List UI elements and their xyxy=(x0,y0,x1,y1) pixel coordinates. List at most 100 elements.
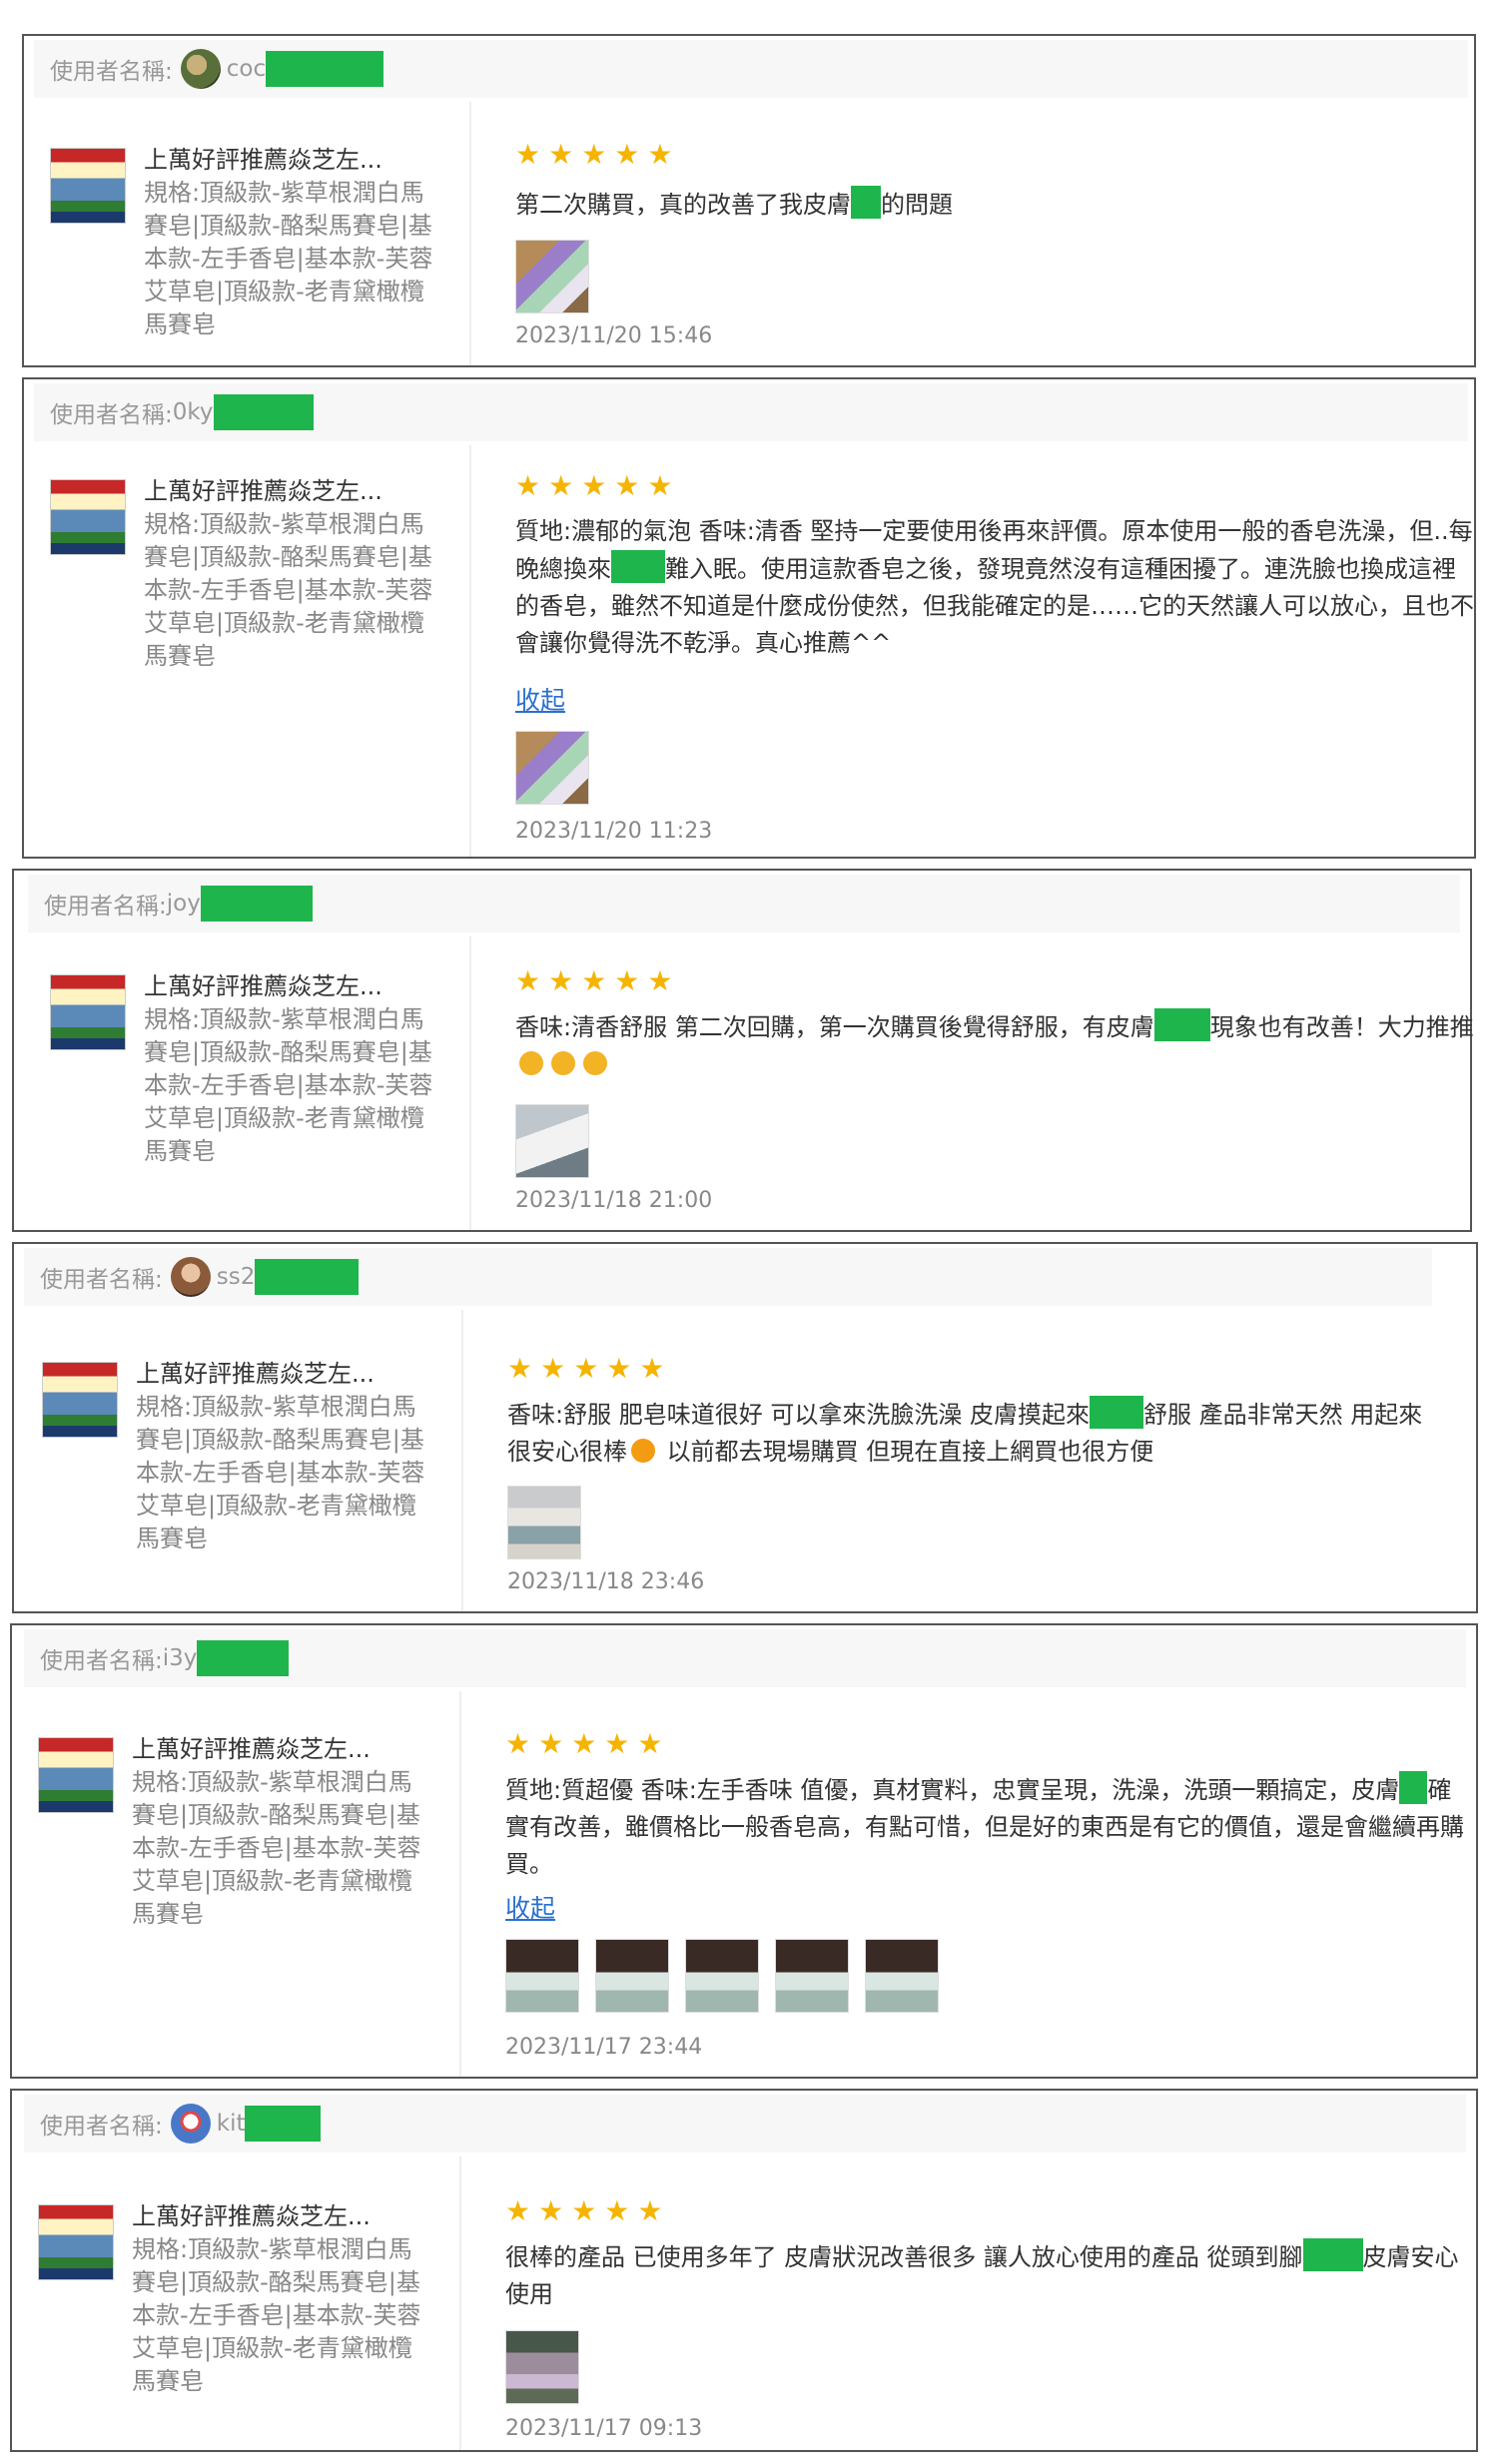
product-info[interactable]: 上萬好評推薦焱芝左... 規格:頂級款-紫草根潤白馬賽皂|頂級款-酪梨馬賽皂|基… xyxy=(132,2200,421,2398)
product-spec: 規格:頂級款-紫草根潤白馬賽皂|頂級款-酪梨馬賽皂|基本款-左手香皂|基本款-芙… xyxy=(132,2235,421,2395)
review-header: 使用者名稱: joy xyxy=(28,875,1460,932)
review-date: 2023/11/18 23:46 xyxy=(507,1569,705,1594)
review-text: 第二次購買，真的改善了我皮膚 的問題 xyxy=(515,186,1474,224)
product-title[interactable]: 上萬好評推薦焱芝左... xyxy=(132,1733,421,1766)
redacted-block xyxy=(266,51,384,87)
product-info[interactable]: 上萬好評推薦焱芝左... 規格:頂級款-紫草根潤白馬賽皂|頂級款-酪梨馬賽皂|基… xyxy=(144,144,433,341)
username-label: 使用者名稱: xyxy=(44,894,167,920)
redacted-block xyxy=(1089,1396,1143,1429)
review-photo[interactable] xyxy=(865,1939,939,2013)
product-info[interactable]: 上萬好評推薦焱芝左... 規格:頂級款-紫草根潤白馬賽皂|頂級款-酪梨馬賽皂|基… xyxy=(136,1358,425,1555)
review-header: 使用者名稱: coc xyxy=(34,40,1468,98)
product-title[interactable]: 上萬好評推薦焱芝左... xyxy=(136,1358,425,1391)
product-thumbnail[interactable] xyxy=(50,148,126,224)
product-spec: 規格:頂級款-紫草根潤白馬賽皂|頂級款-酪梨馬賽皂|基本款-左手香皂|基本款-芙… xyxy=(144,1005,433,1165)
column-divider xyxy=(469,936,471,1230)
username: 0ky xyxy=(172,399,214,425)
review-date: 2023/11/20 15:46 xyxy=(515,323,713,348)
user-avatar xyxy=(170,2104,211,2144)
product-thumbnail[interactable] xyxy=(38,1737,114,1813)
review-text-part: 現象也有改善！大力推推 xyxy=(1209,1013,1474,1041)
review-text: 很棒的產品 已使用多年了 皮膚狀況改善很多 讓人放心使用的產品 從頭到腳 皮膚安心… xyxy=(505,2238,1464,2313)
redacted-block xyxy=(851,186,881,219)
thumbs-up-icon xyxy=(583,1051,607,1075)
star-rating: ★★★★★ xyxy=(507,1352,673,1385)
star-rating: ★★★★★ xyxy=(515,138,681,171)
review-header: 使用者名稱: i3y xyxy=(24,1629,1466,1687)
redacted-block xyxy=(197,1640,290,1676)
redacted-block xyxy=(1302,2238,1363,2271)
review-photo[interactable] xyxy=(515,240,589,313)
review-photo[interactable] xyxy=(515,1104,589,1178)
redacted-block xyxy=(1153,1008,1210,1041)
username-label: 使用者名稱: xyxy=(40,2114,163,2140)
username: kit xyxy=(216,2111,246,2137)
redacted-block xyxy=(255,1259,360,1295)
product-title[interactable]: 上萬好評推薦焱芝左... xyxy=(144,970,433,1003)
review-text: 質地:濃郁的氣泡 香味:清香 堅持一定要使用後再來評價。原本使用一般的香皂洗澡，… xyxy=(515,513,1474,662)
column-divider xyxy=(459,2156,461,2450)
review-card: 使用者名稱: kit 上萬好評推薦焱芝左... 規格:頂級款-紫草根潤白馬賽皂|… xyxy=(10,2089,1478,2452)
review-date: 2023/11/20 11:23 xyxy=(515,819,713,844)
review-header: 使用者名稱: 0ky xyxy=(34,383,1468,441)
thumbs-up-icon xyxy=(551,1051,575,1075)
column-divider xyxy=(469,445,471,857)
username: i3y xyxy=(162,1645,198,1671)
product-title[interactable]: 上萬好評推薦焱芝左... xyxy=(132,2200,421,2233)
product-thumbnail[interactable] xyxy=(50,974,126,1050)
review-photo[interactable] xyxy=(507,1486,581,1559)
review-photo[interactable] xyxy=(505,1939,579,2013)
product-info[interactable]: 上萬好評推薦焱芝左... 規格:頂級款-紫草根潤白馬賽皂|頂級款-酪梨馬賽皂|基… xyxy=(144,475,433,673)
review-text-part: 很棒的產品 已使用多年了 皮膚狀況改善很多 讓人放心使用的產品 從頭到腳 xyxy=(505,2243,1303,2271)
username-label: 使用者名稱: xyxy=(50,402,173,428)
review-header: 使用者名稱: ss2 xyxy=(24,1248,1432,1306)
product-spec: 規格:頂級款-紫草根潤白馬賽皂|頂級款-酪梨馬賽皂|基本款-左手香皂|基本款-芙… xyxy=(144,510,433,670)
product-title[interactable]: 上萬好評推薦焱芝左... xyxy=(144,144,433,177)
review-photo[interactable] xyxy=(515,731,589,805)
product-spec: 規格:頂級款-紫草根潤白馬賽皂|頂級款-酪梨馬賽皂|基本款-左手香皂|基本款-芙… xyxy=(136,1393,425,1552)
review-card: 使用者名稱: 0ky 上萬好評推薦焱芝左... 規格:頂級款-紫草根潤白馬賽皂|… xyxy=(22,377,1476,859)
username-label: 使用者名稱: xyxy=(40,1648,163,1674)
review-text: 香味:舒服 肥皂味道很好 可以拿來洗臉洗澡 皮膚摸起來 舒服 產品非常天然 用起來… xyxy=(507,1396,1442,1471)
column-divider xyxy=(461,1310,463,1611)
review-photo[interactable] xyxy=(505,2330,579,2404)
column-divider xyxy=(469,102,471,365)
user-avatar xyxy=(170,1257,211,1297)
review-text: 質地:質超優 香味:左手香味 值優，真材實料，忠實呈現，洗澡，洗頭一顆搞定，皮膚… xyxy=(505,1771,1464,1883)
collapse-link[interactable]: 收起 xyxy=(505,1889,555,1925)
username-label: 使用者名稱: xyxy=(40,1267,163,1293)
star-rating: ★★★★★ xyxy=(505,2194,671,2227)
product-info[interactable]: 上萬好評推薦焱芝左... 規格:頂級款-紫草根潤白馬賽皂|頂級款-酪梨馬賽皂|基… xyxy=(132,1733,421,1931)
collapse-link[interactable]: 收起 xyxy=(515,681,565,717)
review-photo[interactable] xyxy=(685,1939,759,2013)
review-text-part: 以前都去現場購買 但現在直接上網買也很方便 xyxy=(659,1438,1154,1466)
product-info[interactable]: 上萬好評推薦焱芝左... 規格:頂級款-紫草根潤白馬賽皂|頂級款-酪梨馬賽皂|基… xyxy=(144,970,433,1168)
redacted-block xyxy=(213,394,314,430)
thumbs-up-icon xyxy=(519,1051,543,1075)
product-thumbnail[interactable] xyxy=(42,1362,118,1438)
review-date: 2023/11/17 23:44 xyxy=(505,2035,703,2060)
review-photo[interactable] xyxy=(595,1939,669,2013)
product-spec: 規格:頂級款-紫草根潤白馬賽皂|頂級款-酪梨馬賽皂|基本款-左手香皂|基本款-芙… xyxy=(132,1768,421,1928)
cat-emoji-icon xyxy=(631,1439,655,1463)
product-spec: 規格:頂級款-紫草根潤白馬賽皂|頂級款-酪梨馬賽皂|基本款-左手香皂|基本款-芙… xyxy=(144,179,433,338)
review-text: 香味:清香舒服 第二次回購，第一次購買後覺得舒服，有皮膚 現象也有改善！大力推推 xyxy=(515,1008,1474,1083)
review-photo[interactable] xyxy=(775,1939,849,2013)
review-text-part: 質地:質超優 香味:左手香味 值優，真材實料，忠實呈現，洗澡，洗頭一顆搞定，皮膚 xyxy=(505,1776,1400,1804)
review-text-part: 香味:舒服 肥皂味道很好 可以拿來洗臉洗澡 皮膚摸起來 xyxy=(507,1401,1090,1429)
redacted-block xyxy=(1399,1771,1428,1804)
review-card: 使用者名稱: i3y 上萬好評推薦焱芝左... 規格:頂級款-紫草根潤白馬賽皂|… xyxy=(10,1623,1478,2079)
review-card: 使用者名稱: ss2 上萬好評推薦焱芝左... 規格:頂級款-紫草根潤白馬賽皂|… xyxy=(12,1242,1478,1613)
review-text-part: 香味:清香舒服 第二次回購，第一次購買後覺得舒服，有皮膚 xyxy=(515,1013,1154,1041)
product-title[interactable]: 上萬好評推薦焱芝左... xyxy=(144,475,433,508)
review-date: 2023/11/17 09:13 xyxy=(505,2416,703,2441)
redacted-block xyxy=(245,2106,322,2142)
product-thumbnail[interactable] xyxy=(50,479,126,555)
product-thumbnail[interactable] xyxy=(38,2204,114,2280)
username: coc xyxy=(226,56,267,82)
review-date: 2023/11/18 21:00 xyxy=(515,1188,713,1213)
username-label: 使用者名稱: xyxy=(50,59,173,85)
review-text-part: 的問題 xyxy=(881,191,953,219)
redacted-block xyxy=(611,550,665,583)
username: joy xyxy=(166,891,201,917)
